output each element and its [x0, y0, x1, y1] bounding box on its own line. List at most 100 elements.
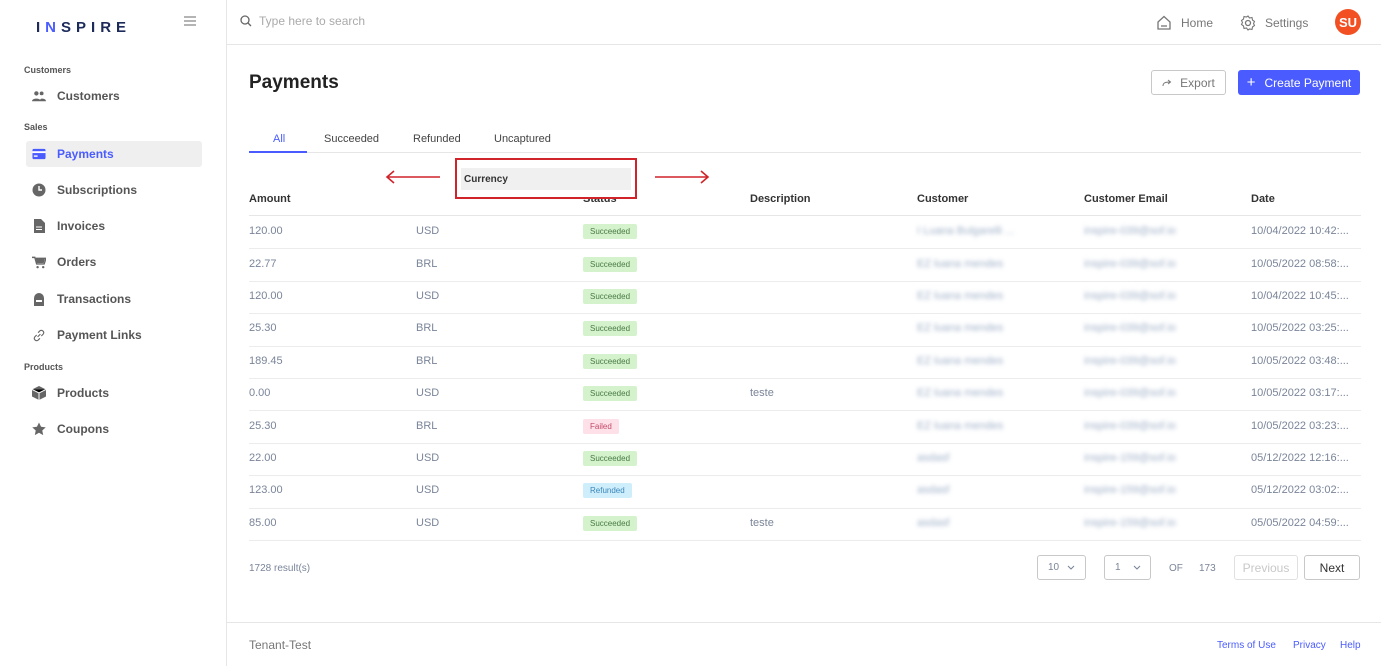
export-button[interactable]: Export [1151, 70, 1226, 95]
clock-icon [32, 183, 46, 197]
terms-link[interactable]: Terms of Use [1217, 640, 1276, 651]
sidebar-item-label: Payment Links [57, 328, 142, 342]
row-divider [249, 378, 1361, 379]
gear-icon [1240, 15, 1256, 31]
plus-icon: + [1246, 74, 1256, 91]
row-divider [249, 507, 1361, 509]
cell-customer-email: inspire-039@sof.io [1084, 225, 1176, 238]
row-divider [249, 442, 1361, 444]
avatar[interactable]: SU [1335, 9, 1361, 35]
cell-customer: EZ luana mendes [917, 257, 1004, 270]
privacy-link[interactable]: Privacy [1293, 640, 1326, 651]
sidebar-item-label: Payments [57, 147, 114, 161]
cell-amount: 22.00 [249, 452, 277, 464]
col-header-currency[interactable]: Currency [461, 168, 631, 190]
cell-customer: asdasf [917, 516, 950, 529]
cell-date: 10/05/2022 03:17:... [1251, 387, 1349, 400]
tab-all[interactable]: All [273, 133, 285, 145]
cell-amount: 189.45 [249, 354, 283, 367]
cell-customer: asdasf [917, 484, 950, 497]
footer: Tenant-Test Terms of Use Privacy Help [227, 622, 1381, 666]
cell-currency: BRL [416, 322, 438, 335]
page-title: Payments [249, 72, 339, 93]
col-header-amount[interactable]: Amount [249, 193, 291, 205]
settings-link[interactable]: Settings [1240, 15, 1308, 31]
next-button[interactable]: Next [1304, 555, 1360, 580]
bank-icon [32, 292, 46, 306]
cell-customer-email: inspire-039@sof.io [1084, 322, 1176, 335]
cell-currency: USD [416, 225, 440, 238]
sidebar-item-subscriptions[interactable]: Subscriptions [26, 177, 202, 203]
cell-amount: 120.00 [249, 225, 283, 238]
brand-logo[interactable]: INSPIRE [36, 19, 131, 36]
section-label-customers: Customers [24, 65, 72, 75]
previous-button[interactable]: Previous [1234, 555, 1298, 580]
sidebar-item-transactions[interactable]: Transactions [26, 286, 202, 312]
export-arrow-icon [1162, 79, 1172, 86]
cart-icon [32, 255, 46, 269]
users-icon [32, 89, 46, 103]
row-divider [249, 475, 1361, 477]
cell-date: 10/04/2022 10:45:... [1251, 290, 1349, 302]
cell-customer: EZ luana mendes [917, 290, 1004, 302]
box-icon [32, 386, 46, 400]
cell-customer-email: inspire-039@sof.io [1084, 290, 1176, 302]
row-divider [249, 345, 1361, 347]
cell-amount: 22.77 [249, 257, 277, 270]
row-divider [249, 410, 1361, 412]
tab-uncaptured[interactable]: Uncaptured [494, 133, 551, 145]
sidebar-item-payment-links[interactable]: Payment Links [26, 322, 202, 348]
search-input[interactable] [259, 14, 559, 28]
document-icon [32, 219, 46, 233]
cell-date: 10/04/2022 10:42:... [1251, 225, 1349, 238]
page-select[interactable]: 1 [1104, 555, 1151, 580]
help-link[interactable]: Help [1340, 640, 1361, 651]
cell-date: 05/12/2022 03:02:... [1251, 484, 1349, 497]
chevron-down-icon [1067, 565, 1075, 570]
sidebar-item-coupons[interactable]: Coupons [26, 416, 202, 442]
cell-date: 05/12/2022 12:16:... [1251, 452, 1349, 464]
status-badge: Succeeded [583, 224, 638, 240]
cell-amount: 120.00 [249, 290, 283, 302]
sidebar-item-customers[interactable]: Customers [26, 83, 202, 109]
search-icon [240, 15, 252, 27]
cell-amount: 0.00 [249, 387, 271, 400]
cell-currency: USD [416, 290, 440, 302]
tab-succeeded[interactable]: Succeeded [324, 133, 379, 145]
cell-currency: BRL [416, 419, 438, 432]
of-label: OF [1169, 563, 1183, 574]
cell-customer-email: inspire-039@sof.io [1084, 387, 1176, 400]
cell-customer: EZ luana mendes [917, 322, 1004, 335]
col-header-customer-email[interactable]: Customer Email [1084, 193, 1168, 205]
status-badge: Succeeded [583, 515, 638, 531]
sidebar-item-products[interactable]: Products [26, 380, 202, 406]
cell-amount: 25.30 [249, 322, 277, 335]
status-badge: Succeeded [583, 386, 638, 402]
col-header-description[interactable]: Description [750, 193, 811, 205]
right-arrow-annotation [655, 170, 710, 184]
cell-customer-email: inspire-039@sof.io [1084, 419, 1176, 432]
cell-customer: EZ luana mendes [917, 387, 1004, 400]
sidebar-item-payments[interactable]: Payments [26, 141, 202, 167]
sidebar-item-orders[interactable]: Orders [26, 249, 202, 275]
cell-customer-email: inspire-159@sof.io [1084, 516, 1176, 529]
col-header-customer[interactable]: Customer [917, 193, 968, 205]
status-badge: Refunded [583, 483, 632, 499]
cell-customer-email: inspire-039@sof.io [1084, 354, 1176, 367]
per-page-select[interactable]: 10 [1037, 555, 1086, 580]
col-header-date[interactable]: Date [1251, 193, 1275, 205]
hamburger-menu-icon[interactable] [182, 14, 198, 28]
tenant-name: Tenant-Test [249, 638, 312, 652]
sidebar-item-invoices[interactable]: Invoices [26, 213, 202, 239]
row-divider [249, 280, 1361, 282]
cell-currency: BRL [416, 354, 438, 367]
status-badge: Failed [583, 418, 619, 434]
home-link[interactable]: Home [1156, 15, 1213, 30]
sidebar-item-label: Transactions [57, 292, 132, 306]
sidebar-item-label: Orders [57, 255, 97, 269]
create-payment-button[interactable]: + Create Payment [1238, 70, 1360, 95]
settings-label: Settings [1265, 16, 1309, 30]
cell-date: 10/05/2022 08:58:... [1251, 257, 1349, 270]
status-tabs: All Succeeded Refunded Uncaptured [249, 125, 1361, 153]
tab-refunded[interactable]: Refunded [413, 133, 461, 145]
